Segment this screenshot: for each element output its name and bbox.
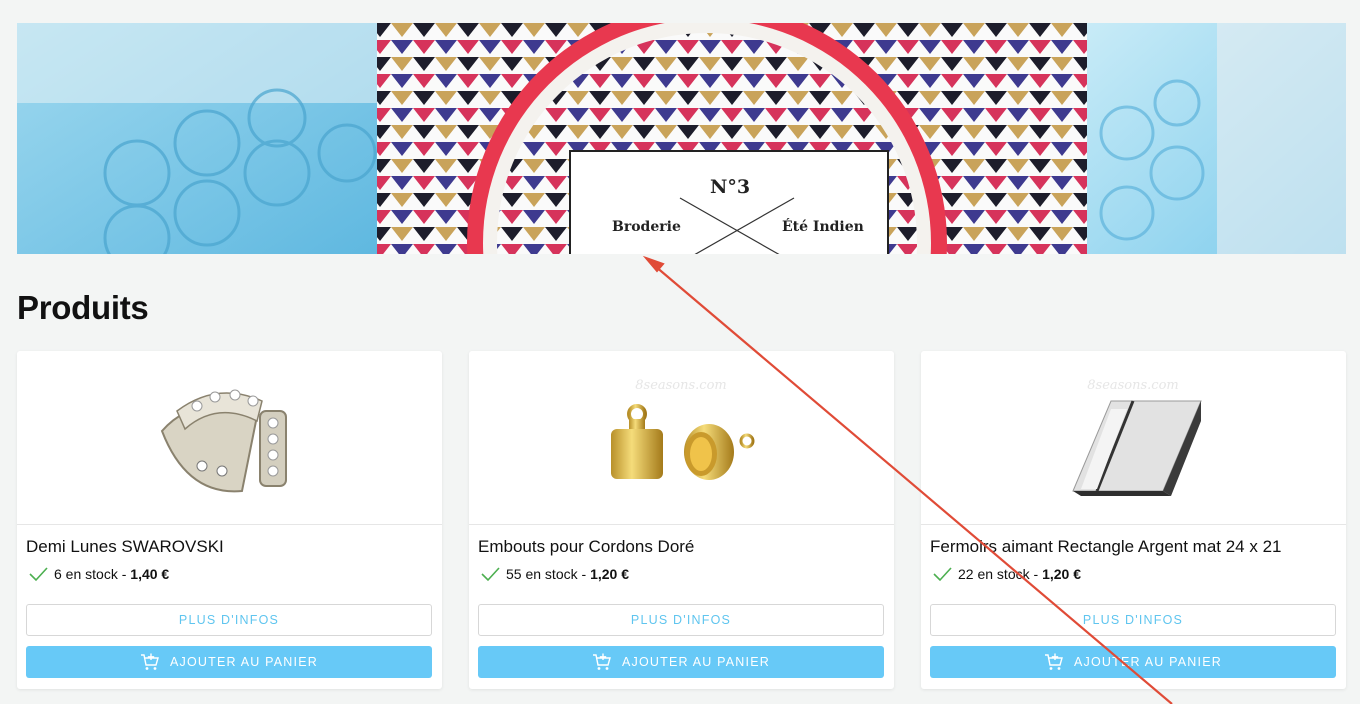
stock-count: 55 en stock <box>506 566 578 582</box>
image-watermark: 8seasons.com <box>635 378 727 393</box>
stock-line: 55 en stock - 1,20 € <box>478 566 629 582</box>
banner-label-right: Été Indien <box>782 219 864 235</box>
more-info-button[interactable]: PLUS D'INFOS <box>478 604 884 636</box>
stock-count: 6 en stock <box>54 566 118 582</box>
product-image[interactable]: 8seasons.com <box>921 351 1346 525</box>
product-name[interactable]: Fermoirs aimant Rectangle Argent mat 24 … <box>930 537 1282 557</box>
product-image[interactable]: 8seasons.com <box>469 351 894 525</box>
product-card: 8seasons.com Embouts pour Cordons Doré 5… <box>469 351 894 689</box>
banner-image <box>17 23 1346 254</box>
stock-separator: - <box>577 566 591 582</box>
check-icon <box>933 567 952 582</box>
product-price: 1,40 € <box>130 566 170 582</box>
product-card: 8seasons.com Fermoirs aimant Rectangle A… <box>921 351 1346 689</box>
product-card: Demi Lunes SWAROVSKI 6 en stock - 1,40 €… <box>17 351 442 689</box>
hero-banner: N°3 Broderie Été Indien <box>17 23 1346 254</box>
banner-label-left: Broderie <box>612 219 681 235</box>
magnetic-clasp-image: 8seasons.com <box>1072 378 1202 496</box>
cart-plus-icon <box>141 653 159 670</box>
product-name[interactable]: Embouts pour Cordons Doré <box>478 537 694 557</box>
add-to-cart-button[interactable]: AJOUTER AU PANIER <box>930 646 1336 678</box>
add-to-cart-button[interactable]: AJOUTER AU PANIER <box>26 646 432 678</box>
product-price: 1,20 € <box>590 566 629 582</box>
cart-plus-icon <box>593 653 611 670</box>
product-name[interactable]: Demi Lunes SWAROVSKI <box>26 537 224 557</box>
stock-line: 22 en stock - 1,20 € <box>930 566 1081 582</box>
more-info-button[interactable]: PLUS D'INFOS <box>930 604 1336 636</box>
banner-label-number: N°3 <box>710 176 751 198</box>
product-image[interactable] <box>17 351 442 525</box>
arrowhead-icon <box>642 255 665 273</box>
add-to-cart-label: AJOUTER AU PANIER <box>1074 655 1222 669</box>
add-to-cart-label: AJOUTER AU PANIER <box>170 655 318 669</box>
check-icon <box>481 567 500 582</box>
add-to-cart-label: AJOUTER AU PANIER <box>622 655 770 669</box>
image-watermark: 8seasons.com <box>1087 378 1179 393</box>
rhinestone-halfmoon-image <box>160 389 287 493</box>
gold-cord-end-image: 8seasons.com <box>611 378 755 480</box>
product-price: 1,20 € <box>1042 566 1081 582</box>
more-info-button[interactable]: PLUS D'INFOS <box>26 604 432 636</box>
cart-plus-icon <box>1045 653 1063 670</box>
stock-separator: - <box>117 566 131 582</box>
section-title: Produits <box>17 289 149 326</box>
stock-line: 6 en stock - 1,40 € <box>26 566 169 582</box>
add-to-cart-button[interactable]: AJOUTER AU PANIER <box>478 646 884 678</box>
stock-count: 22 en stock <box>958 566 1030 582</box>
stock-separator: - <box>1029 566 1043 582</box>
check-icon <box>29 567 48 582</box>
